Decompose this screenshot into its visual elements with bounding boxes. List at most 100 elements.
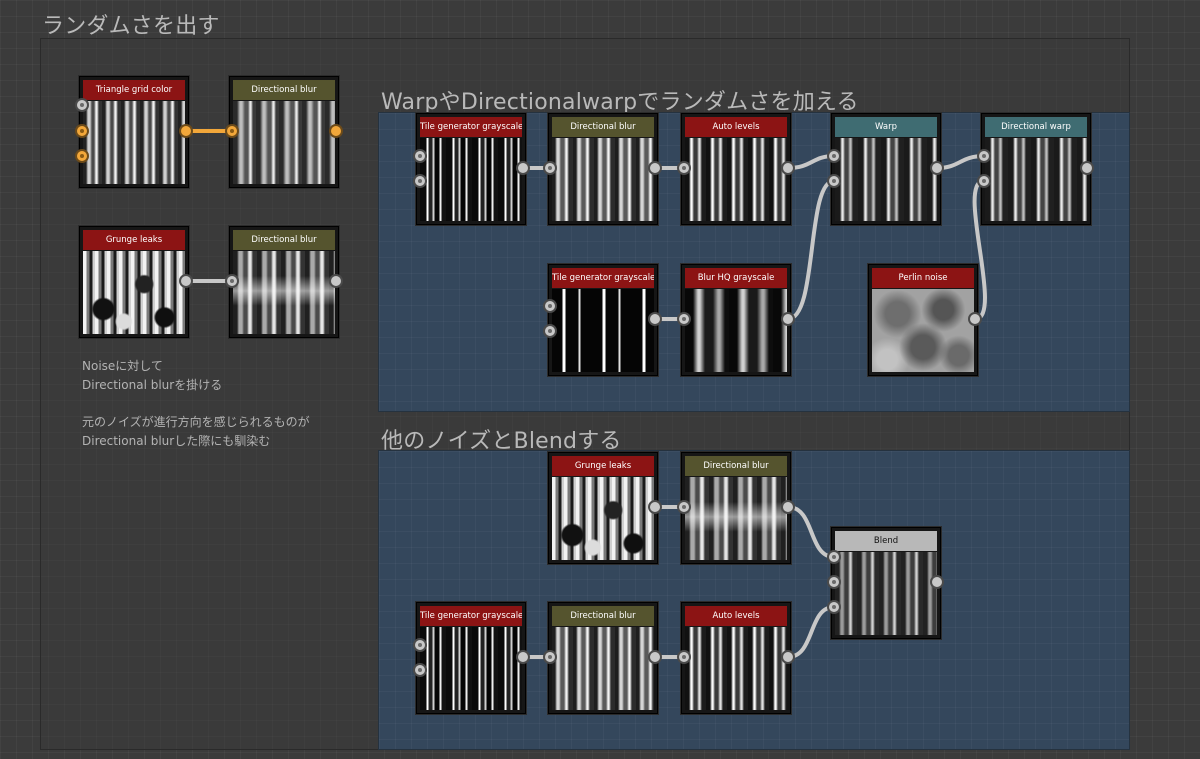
outer-frame-title: ランダムさを出す [42, 14, 220, 39]
input-port[interactable] [677, 312, 691, 326]
node-header: Tile generator grayscale [420, 117, 522, 137]
node-header: Directional blur [685, 456, 787, 476]
node-header: Directional blur [233, 230, 335, 250]
input-port[interactable] [75, 149, 89, 163]
node-thumbnail [985, 138, 1087, 221]
node-directional-blur[interactable]: Directional blur [681, 452, 791, 564]
input-port[interactable] [543, 650, 557, 664]
input-port[interactable] [677, 161, 691, 175]
node-thumbnail [552, 627, 654, 710]
output-port[interactable] [648, 312, 662, 326]
input-port[interactable] [75, 98, 89, 112]
input-port[interactable] [827, 600, 841, 614]
output-port[interactable] [648, 500, 662, 514]
node-directional-warp[interactable]: Directional warp [981, 113, 1091, 225]
node-header: Directional blur [552, 117, 654, 137]
node-thumbnail [233, 101, 335, 184]
node-tile-generator-grayscale[interactable]: Tile generator grayscale [416, 602, 526, 714]
node-header: Grunge leaks [83, 230, 185, 250]
input-port[interactable] [543, 161, 557, 175]
node-header: Blend [835, 531, 937, 551]
node-header: Auto levels [685, 117, 787, 137]
input-port[interactable] [543, 299, 557, 313]
node-directional-blur[interactable]: Directional blur [229, 76, 339, 188]
output-port[interactable] [516, 161, 530, 175]
input-port[interactable] [827, 575, 841, 589]
input-port[interactable] [413, 149, 427, 163]
comment-note-1: Noiseに対して Directional blurを掛ける [82, 357, 222, 395]
node-thumbnail [685, 477, 787, 560]
input-port[interactable] [677, 650, 691, 664]
node-header: Tile generator grayscale [420, 606, 522, 626]
node-thumbnail [83, 101, 185, 184]
input-port[interactable] [677, 500, 691, 514]
node-thumbnail [835, 138, 937, 221]
comment-note-2: 元のノイズが進行方向を感じられるものが Directional blurした際に… [82, 413, 310, 451]
output-port[interactable] [930, 575, 944, 589]
note-line: Directional blurした際にも馴染む [82, 434, 271, 448]
node-header: Auto levels [685, 606, 787, 626]
node-thumbnail [233, 251, 335, 334]
input-port[interactable] [977, 174, 991, 188]
node-perlin-noise[interactable]: Perlin noise [868, 264, 978, 376]
node-thumbnail [835, 552, 937, 635]
node-grunge-leaks[interactable]: Grunge leaks [548, 452, 658, 564]
input-port[interactable] [413, 663, 427, 677]
output-port[interactable] [781, 650, 795, 664]
output-port[interactable] [781, 500, 795, 514]
output-port[interactable] [781, 312, 795, 326]
node-header: Warp [835, 117, 937, 137]
node-directional-blur[interactable]: Directional blur [548, 602, 658, 714]
output-port[interactable] [516, 650, 530, 664]
node-thumbnail [552, 138, 654, 221]
node-header: Perlin noise [872, 268, 974, 288]
node-header: Grunge leaks [552, 456, 654, 476]
node-thumbnail [420, 138, 522, 221]
node-warp[interactable]: Warp [831, 113, 941, 225]
input-port[interactable] [225, 274, 239, 288]
output-port[interactable] [179, 124, 193, 138]
node-header: Directional blur [233, 80, 335, 100]
output-port[interactable] [648, 161, 662, 175]
output-port[interactable] [930, 161, 944, 175]
output-port[interactable] [1080, 161, 1094, 175]
node-thumbnail [420, 627, 522, 710]
node-thumbnail [872, 289, 974, 372]
input-port[interactable] [827, 174, 841, 188]
output-port[interactable] [781, 161, 795, 175]
node-auto-levels[interactable]: Auto levels [681, 602, 791, 714]
input-port[interactable] [827, 550, 841, 564]
node-header: Directional warp [985, 117, 1087, 137]
node-header: Directional blur [552, 606, 654, 626]
note-line: Noiseに対して [82, 359, 163, 373]
input-port[interactable] [413, 638, 427, 652]
node-tile-generator-grayscale[interactable]: Tile generator grayscale [548, 264, 658, 376]
node-thumbnail [685, 627, 787, 710]
node-header: Triangle grid color [83, 80, 185, 100]
node-grunge-leaks[interactable]: Grunge leaks [79, 226, 189, 338]
node-thumbnail [552, 289, 654, 372]
note-line: Directional blurを掛ける [82, 378, 223, 392]
output-port[interactable] [329, 124, 343, 138]
node-directional-blur[interactable]: Directional blur [548, 113, 658, 225]
output-port[interactable] [179, 274, 193, 288]
output-port[interactable] [329, 274, 343, 288]
node-thumbnail [83, 251, 185, 334]
node-auto-levels[interactable]: Auto levels [681, 113, 791, 225]
node-blur-hq-grayscale[interactable]: Blur HQ grayscale [681, 264, 791, 376]
node-header: Tile generator grayscale [552, 268, 654, 288]
input-port[interactable] [543, 324, 557, 338]
output-port[interactable] [648, 650, 662, 664]
input-port[interactable] [75, 124, 89, 138]
node-directional-blur[interactable]: Directional blur [229, 226, 339, 338]
input-port[interactable] [827, 149, 841, 163]
node-tile-generator-grayscale[interactable]: Tile generator grayscale [416, 113, 526, 225]
output-port[interactable] [968, 312, 982, 326]
node-triangle-grid-color[interactable]: Triangle grid color [79, 76, 189, 188]
node-thumbnail [685, 289, 787, 372]
input-port[interactable] [225, 124, 239, 138]
node-header: Blur HQ grayscale [685, 268, 787, 288]
node-blend[interactable]: Blend [831, 527, 941, 639]
input-port[interactable] [977, 149, 991, 163]
input-port[interactable] [413, 174, 427, 188]
